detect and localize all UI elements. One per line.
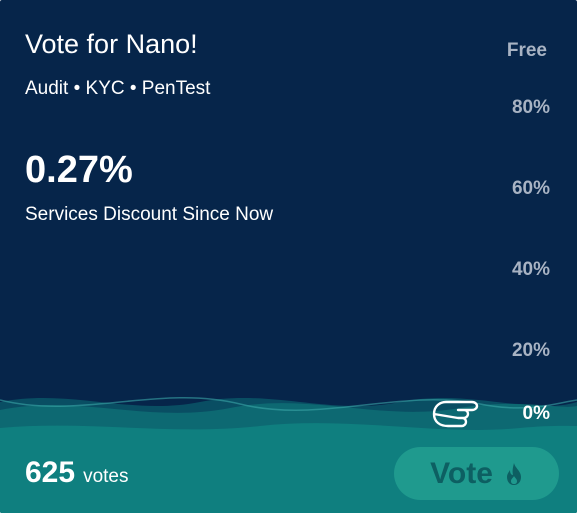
discount-label: Services Discount Since Now: [25, 204, 274, 225]
card-title: Vote for Nano!: [25, 29, 198, 59]
card-subtitle: Audit • KYC • PenTest: [25, 78, 211, 99]
vote-count: 625 votes: [25, 454, 128, 497]
scale-tick-80: 80%: [511, 97, 550, 118]
vote-count-word: votes: [83, 466, 129, 487]
scale-tick-60: 60%: [511, 178, 550, 199]
flame-icon: [506, 462, 521, 485]
vote-count-number: 625: [25, 456, 76, 489]
vote-button-label: Vote: [430, 456, 493, 490]
discount-value: 0.27%: [25, 149, 133, 191]
scale-tick-0: 0%: [522, 403, 550, 424]
scale-tick-40: 40%: [511, 259, 550, 280]
scale-tick-20: 20%: [511, 340, 550, 361]
vote-card: Vote for Nano! Audit • KYC • PenTest 0.2…: [0, 0, 577, 513]
scale-free-label: Free: [506, 40, 547, 61]
vote-button[interactable]: Vote: [394, 447, 559, 500]
pointing-hand-icon: [432, 400, 479, 428]
